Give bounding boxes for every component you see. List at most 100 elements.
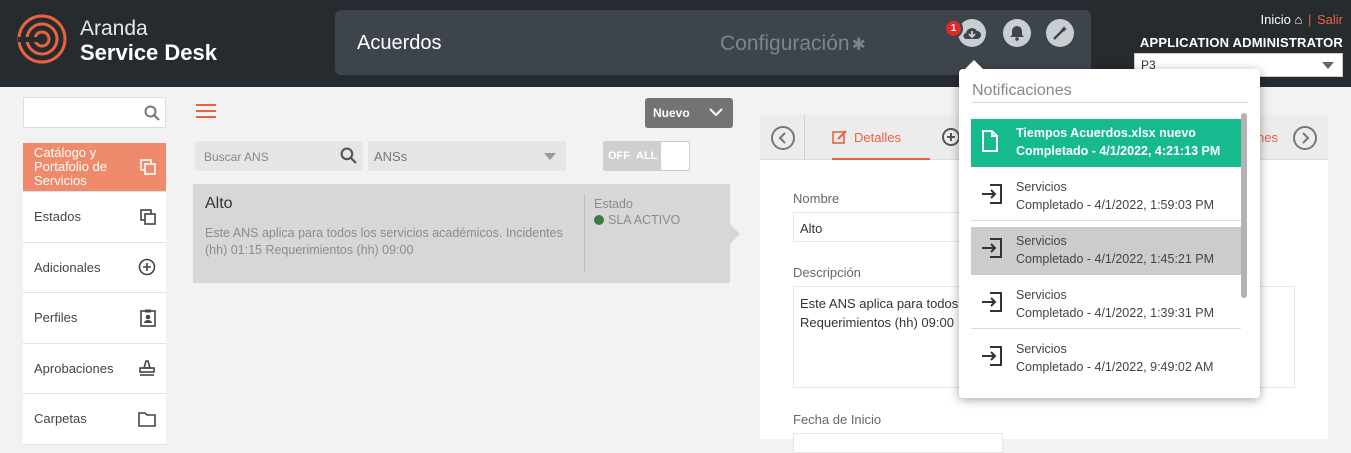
gear-icon: ✱ (851, 35, 866, 54)
name-label: Nombre (793, 191, 840, 206)
status-dot-icon (594, 215, 604, 225)
chevron-down-icon (1322, 62, 1334, 69)
tab-details-label: Detalles (854, 130, 901, 145)
logout-link[interactable]: Salir (1317, 12, 1343, 27)
ans-type-select[interactable]: ANSs (368, 141, 566, 171)
wand-icon (1053, 26, 1067, 40)
chevron-right-icon (1302, 132, 1310, 144)
notification-item[interactable]: Servicios Completado - 4/1/2022, 1:45:21… (971, 227, 1241, 275)
ans-search-input[interactable]: Buscar ANS (195, 141, 363, 171)
tabs-prev-button[interactable] (771, 126, 795, 150)
copy-icon (140, 159, 156, 175)
notifications-scrollbar[interactable] (1241, 113, 1247, 298)
chevron-down-icon (544, 153, 556, 160)
notifications-title: Notificaciones (972, 82, 1072, 99)
notification-count-badge: 1 (944, 19, 963, 38)
off-all-toggle[interactable]: OFF ALL (603, 141, 690, 171)
sidebar-item-carpetas[interactable]: Carpetas (23, 394, 166, 445)
bell-icon (1010, 26, 1024, 41)
sidebar-item-label: Estados (34, 209, 81, 225)
tools-button[interactable] (1046, 19, 1074, 47)
sidebar-search-input[interactable] (23, 97, 166, 128)
notification-status: Completado - 4/1/2022, 1:45:21 PM (1016, 252, 1215, 266)
notifications-popup: Notificaciones Tiempos Acuerdos.xlsx nue… (959, 60, 1260, 398)
plus-circle-icon (138, 258, 156, 276)
copy-icon (140, 208, 156, 225)
clipboard-user-icon (140, 309, 156, 327)
file-icon (982, 130, 998, 152)
home-icon: ⌂ (1294, 12, 1303, 27)
status-value: SLA ACTIVO (608, 213, 681, 227)
notification-status: Completado - 4/1/2022, 9:49:02 AM (1016, 360, 1214, 374)
start-date-field[interactable] (793, 433, 1003, 453)
sidebar-item-estados[interactable]: Estados (23, 192, 166, 243)
sidebar-item-label: Catálogo y Portafolio de Servicios (34, 145, 107, 188)
brand-name: Aranda Service Desk (80, 18, 217, 64)
links-separator: | (1307, 12, 1312, 27)
import-icon (982, 346, 1002, 366)
description-label: Descripción (793, 265, 861, 280)
sidebar-item-perfiles[interactable]: Perfiles (23, 293, 166, 344)
import-icon (982, 238, 1002, 258)
toggle-off-label: OFF (608, 150, 630, 162)
download-button[interactable] (958, 19, 986, 47)
stamp-icon (139, 360, 155, 377)
new-button[interactable]: Nuevo (645, 98, 733, 128)
plus-circle-icon[interactable] (942, 128, 960, 146)
folder-icon (138, 411, 156, 427)
notifications-button[interactable] (1003, 19, 1031, 47)
notification-status: Completado - 4/1/2022, 1:39:31 PM (1016, 306, 1215, 320)
divider (972, 102, 1248, 103)
notification-status: Completado - 4/1/2022, 4:21:13 PM (1016, 144, 1221, 158)
tab-details[interactable]: Detalles (832, 115, 930, 160)
ans-type-value: ANSs (374, 149, 408, 164)
edit-icon (832, 130, 847, 144)
configuration-label: Configuración (720, 32, 850, 55)
notification-status: Completado - 4/1/2022, 1:59:03 PM (1016, 198, 1215, 212)
configuration-link[interactable]: Configuración ✱ (720, 32, 866, 56)
tab-partial-label[interactable]: nes (1257, 130, 1278, 145)
chevron-down-icon (709, 108, 723, 117)
sidebar-item-label: Adicionales (34, 259, 101, 275)
notification-title: Servicios (1016, 234, 1067, 248)
notification-item[interactable]: Servicios Completado - 4/1/2022, 1:39:31… (971, 281, 1241, 329)
notification-title: Servicios (1016, 180, 1067, 194)
sidebar-item-label: Perfiles (34, 310, 78, 326)
tabs-next-button[interactable] (1293, 126, 1317, 150)
sidebar-item-aprobaciones[interactable]: Aprobaciones (23, 344, 166, 394)
list-item[interactable]: Alto Este ANS aplica para todos los serv… (193, 184, 740, 283)
ans-name: Alto (205, 195, 233, 212)
notification-title: Servicios (1016, 342, 1067, 356)
toggle-all-label: ALL (636, 150, 658, 162)
notification-title: Tiempos Acuerdos.xlsx nuevo (1016, 126, 1196, 140)
hamburger-menu-icon[interactable] (196, 104, 216, 118)
import-icon (982, 292, 1002, 312)
user-name: APPLICATION ADMINISTRATOR (1139, 35, 1343, 50)
status-badge: SLA ACTIVO (594, 213, 680, 227)
cloud-download-icon (963, 28, 981, 40)
divider (584, 194, 585, 272)
brand-line-2: Service Desk (80, 40, 217, 65)
start-date-label: Fecha de Inicio (793, 412, 882, 427)
brand-line-1: Aranda (80, 17, 148, 40)
notification-item[interactable]: Servicios Completado - 4/1/2022, 1:59:03… (971, 173, 1241, 221)
divider (804, 115, 805, 160)
import-icon (982, 184, 1002, 204)
sidebar-item-label: Carpetas (34, 411, 87, 427)
sidebar-item-adicionales[interactable]: Adicionales (23, 243, 166, 293)
home-link[interactable]: Inicio ⌂ (1261, 12, 1303, 27)
search-icon (340, 147, 357, 164)
notification-item[interactable]: Servicios Completado - 4/1/2022, 9:49:02… (971, 335, 1241, 383)
ans-search-placeholder: Buscar ANS (204, 150, 269, 164)
top-links: Inicio ⌂ | Salir (1261, 12, 1344, 27)
ans-description: Este ANS aplica para todos los servicios… (205, 226, 563, 257)
home-label: Inicio (1260, 12, 1291, 27)
aranda-logo[interactable] (14, 11, 70, 67)
sidebar-item-catalogo[interactable]: Catálogo y Portafolio de Servicios (23, 143, 166, 192)
status-label: Estado (594, 197, 633, 211)
chevron-left-icon (778, 132, 786, 144)
toggle-knob (661, 142, 689, 170)
notification-item[interactable]: Tiempos Acuerdos.xlsx nuevo Completado -… (971, 119, 1241, 167)
page-title: Acuerdos (357, 32, 442, 54)
new-button-label: Nuevo (653, 106, 690, 120)
